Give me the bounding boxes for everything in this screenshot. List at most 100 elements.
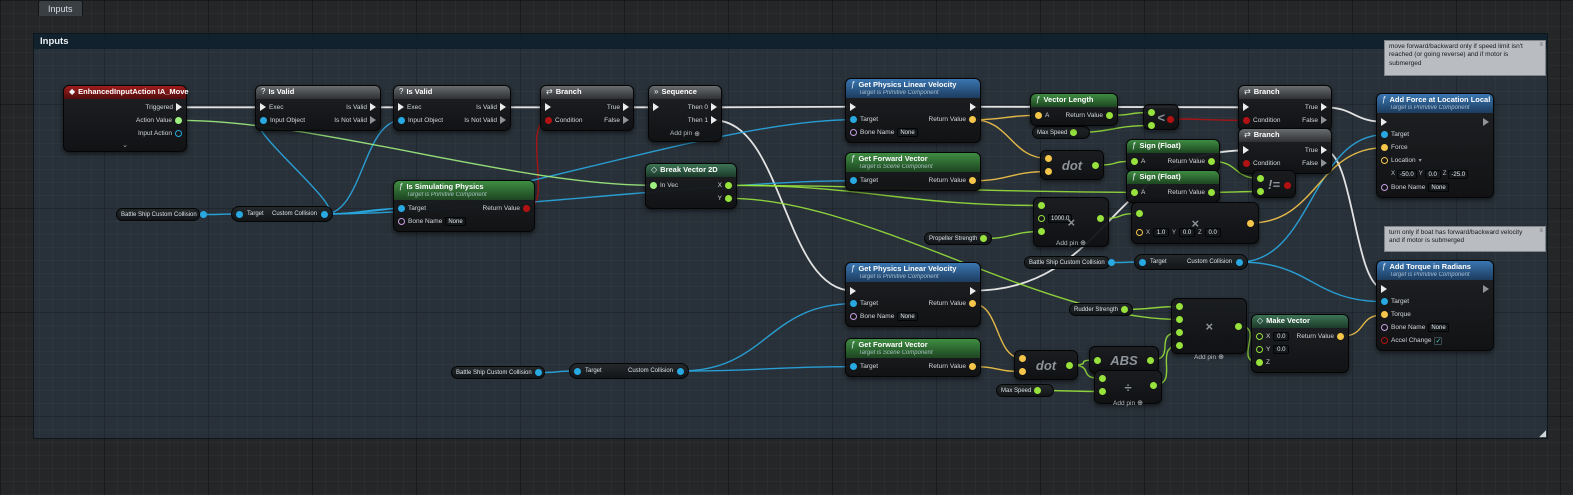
exec-in-pin[interactable] — [1381, 284, 1387, 293]
exec-out-pin[interactable] — [1483, 284, 1489, 293]
v-pin[interactable] — [1136, 229, 1143, 236]
exec-in-pin[interactable] — [850, 102, 856, 111]
axis-value-box[interactable]: 0.0 — [1204, 228, 1221, 237]
target-pin[interactable] — [850, 363, 857, 371]
b-pin[interactable] — [1257, 188, 1264, 195]
b-pin[interactable] — [1045, 168, 1052, 175]
invec-pin[interactable] — [650, 181, 657, 189]
out-pin[interactable] — [1247, 219, 1254, 227]
a-pin[interactable] — [1257, 175, 1264, 182]
bone-pin[interactable] — [1381, 324, 1388, 332]
c-pin[interactable] — [1038, 228, 1045, 235]
out-pin[interactable] — [1107, 259, 1115, 266]
target-pin[interactable] — [1381, 298, 1388, 306]
out-pin[interactable] — [321, 210, 328, 218]
is-valid-pin[interactable] — [500, 103, 506, 112]
axis-value-box[interactable]: 0.0 — [1179, 228, 1196, 237]
true-pin[interactable] — [623, 103, 629, 112]
node-dot-1[interactable]: dot — [1040, 150, 1104, 180]
return-pin[interactable] — [969, 177, 976, 185]
node-get-physics-linear-velocity-2[interactable]: ƒ Get Physics Linear Velocity Target is Pr… — [845, 262, 981, 328]
then1-pin[interactable] — [711, 116, 717, 125]
node-propeller-strength-pill[interactable]: Propeller Strength — [924, 232, 992, 245]
a-pin[interactable] — [1148, 109, 1155, 116]
node-multiply-1[interactable]: × 1000.0 Add pin ⊕ — [1033, 197, 1109, 247]
d-pin[interactable] — [1176, 342, 1183, 349]
out-pin[interactable] — [1070, 129, 1078, 136]
name-combo-box[interactable]: None — [897, 312, 918, 322]
z-pin[interactable] — [1256, 358, 1263, 366]
exec-pin[interactable] — [398, 103, 404, 112]
target-pin[interactable] — [850, 116, 857, 124]
a-pin[interactable] — [1035, 111, 1042, 119]
axis-value-box[interactable]: -50.0 — [1397, 169, 1417, 179]
a-pin[interactable] — [1176, 303, 1183, 310]
node-ia-move[interactable]: ◆ EnhancedInputAction IA_Move Triggered Act… — [63, 85, 189, 152]
true-pin[interactable] — [1321, 146, 1327, 155]
y-pin[interactable] — [725, 194, 732, 202]
return-pin[interactable] — [969, 300, 976, 308]
axis-value-box[interactable]: 1.0 — [1153, 228, 1170, 237]
c-pin[interactable] — [1176, 329, 1183, 336]
b-pin[interactable] — [1148, 122, 1155, 129]
return-pin[interactable] — [1208, 188, 1215, 196]
bone-pin[interactable] — [850, 313, 857, 321]
target-pin[interactable] — [574, 367, 581, 375]
input-object-pin[interactable] — [398, 116, 405, 124]
condition-pin[interactable] — [545, 116, 552, 124]
value-box[interactable]: 1000.0 — [1048, 214, 1073, 223]
out-pin[interactable] — [1236, 258, 1243, 266]
target-pin[interactable] — [1139, 258, 1146, 266]
node-add-force-at-location-local[interactable]: ƒ Add Force at Location Local Target is Pr… — [1376, 93, 1494, 199]
exec-out-pin[interactable] — [970, 102, 976, 111]
x-pin[interactable] — [1256, 332, 1263, 340]
is-valid-pin[interactable] — [370, 103, 376, 112]
name-combo-box[interactable]: None — [897, 128, 918, 138]
out-pin[interactable] — [534, 369, 542, 376]
return-pin[interactable] — [969, 116, 976, 124]
out-pin[interactable] — [677, 367, 684, 375]
comment-bubble[interactable]: move forward/backward only if speed limi… — [1384, 40, 1546, 76]
out-pin[interactable] — [1097, 215, 1104, 222]
a-pin[interactable] — [1019, 355, 1026, 362]
a-pin[interactable] — [1045, 155, 1052, 162]
exec-pin[interactable] — [545, 103, 551, 112]
node-bscc-pill-3[interactable]: Battle Ship Custom Collision — [451, 366, 545, 379]
value-box[interactable]: 0.0 — [1273, 344, 1290, 354]
b-pin[interactable] — [1038, 215, 1045, 222]
accel-pin[interactable] — [1381, 337, 1388, 345]
node-not-equal[interactable]: != — [1252, 170, 1296, 198]
exec-out-pin[interactable] — [970, 286, 976, 295]
name-combo-box[interactable]: None — [1428, 323, 1449, 333]
bone-pin[interactable] — [1381, 184, 1388, 192]
axis-value-box[interactable]: 0.0 — [1424, 169, 1441, 179]
a-pin[interactable] — [1136, 210, 1143, 217]
node-get-forward-vector-1[interactable]: ƒ Get Forward Vector Target is Scene Compo… — [845, 152, 981, 192]
graph-tab-inputs[interactable]: Inputs — [38, 0, 83, 16]
target-pin[interactable] — [1381, 131, 1388, 139]
out-pin[interactable] — [980, 235, 988, 242]
condition-pin[interactable] — [1243, 116, 1250, 124]
return-pin[interactable] — [1106, 111, 1113, 119]
exec-in-pin[interactable] — [1381, 117, 1387, 126]
then0-pin[interactable] — [711, 103, 717, 112]
torque-pin[interactable] — [1381, 311, 1388, 319]
out-pin[interactable] — [1167, 115, 1174, 123]
node-sign-float-1[interactable]: ƒ Sign (Float) A Return Value — [1126, 139, 1220, 172]
node-is-simulating-physics[interactable]: ƒ Is Simulating Physics Target is Primitiv… — [393, 180, 535, 233]
node-sign-float-2[interactable]: ƒ Sign (Float) A Return Value — [1126, 170, 1220, 203]
false-pin[interactable] — [1321, 159, 1327, 168]
comment-resize-handle-icon[interactable]: ◢ — [1539, 429, 1546, 438]
node-vector-length[interactable]: ƒ Vector Length A Return Value — [1030, 93, 1118, 126]
node-get-custom-collision-1[interactable]: Target Custom Collision — [231, 206, 333, 222]
add-pin-button[interactable]: Add pin ⊕ — [1095, 399, 1161, 410]
node-make-vector[interactable]: ◇ Make Vector X 0.0 Y 0.0 Z Return Value — [1251, 314, 1349, 373]
return-pin[interactable] — [523, 205, 530, 213]
node-get-custom-collision-3[interactable]: Target Custom Collision — [569, 363, 689, 379]
blueprint-graph-canvas[interactable]: Inputs ◢ ◆ EnhancedInputAction IA_Move Trigg… — [0, 0, 1573, 495]
action-value-pin[interactable] — [175, 116, 182, 124]
node-sequence[interactable]: » Sequence Then 0 Then 1 Add pin ⊕ — [648, 85, 722, 142]
name-combo-box[interactable]: None — [1428, 183, 1449, 193]
out-pin[interactable] — [199, 211, 207, 218]
force-pin[interactable] — [1381, 144, 1388, 152]
